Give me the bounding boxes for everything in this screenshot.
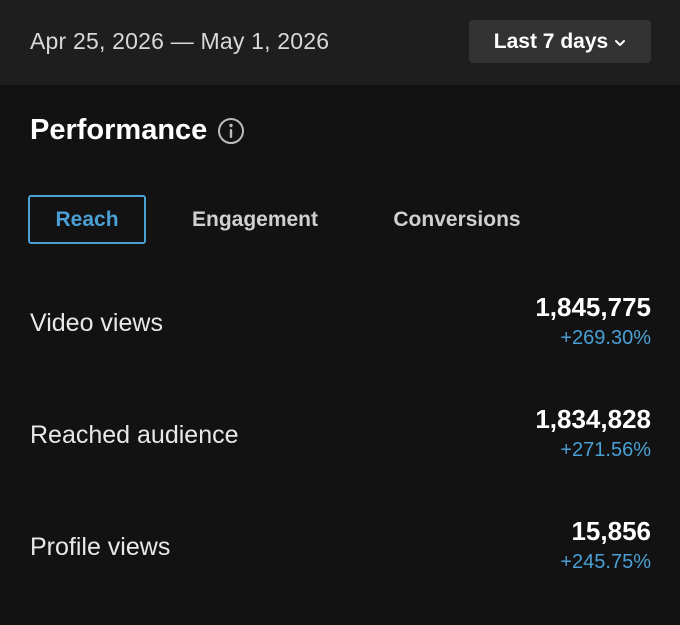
- tab-reach[interactable]: Reach: [28, 195, 146, 244]
- tab-conversions[interactable]: Conversions: [384, 195, 530, 244]
- metric-label: Reached audience: [30, 421, 239, 449]
- metric-value: 15,856: [571, 516, 651, 546]
- chevron-down-icon: [614, 36, 626, 48]
- metric-change: +271.56%: [560, 439, 651, 461]
- date-range-text: Apr 25, 2026 — May 1, 2026: [30, 28, 330, 54]
- date-header: Apr 25, 2026 — May 1, 2026 Last 7 days: [0, 0, 680, 85]
- metric-value: 1,834,828: [535, 404, 651, 434]
- tab-engagement[interactable]: Engagement: [180, 195, 330, 244]
- metric-tabs: Reach Engagement Conversions: [28, 195, 648, 244]
- metric-row-profile-views: Profile views 15,856 +245.75%: [30, 516, 651, 586]
- metric-row-reached-audience: Reached audience 1,834,828 +271.56%: [30, 404, 651, 474]
- section-title: Performance: [30, 114, 208, 146]
- period-selector-button[interactable]: Last 7 days: [469, 20, 651, 63]
- metric-label: Profile views: [30, 533, 171, 561]
- metric-change: +245.75%: [560, 551, 651, 573]
- metric-label: Video views: [30, 309, 163, 337]
- info-icon[interactable]: [217, 117, 245, 145]
- metric-row-video-views: Video views 1,845,775 +269.30%: [30, 292, 651, 362]
- metric-value: 1,845,775: [535, 292, 651, 322]
- section-header: Performance: [30, 114, 245, 147]
- metric-change: +269.30%: [560, 327, 651, 349]
- performance-panel: Performance Reach Engagement Conversions…: [0, 85, 680, 625]
- period-selector-label: Last 7 days: [493, 29, 609, 53]
